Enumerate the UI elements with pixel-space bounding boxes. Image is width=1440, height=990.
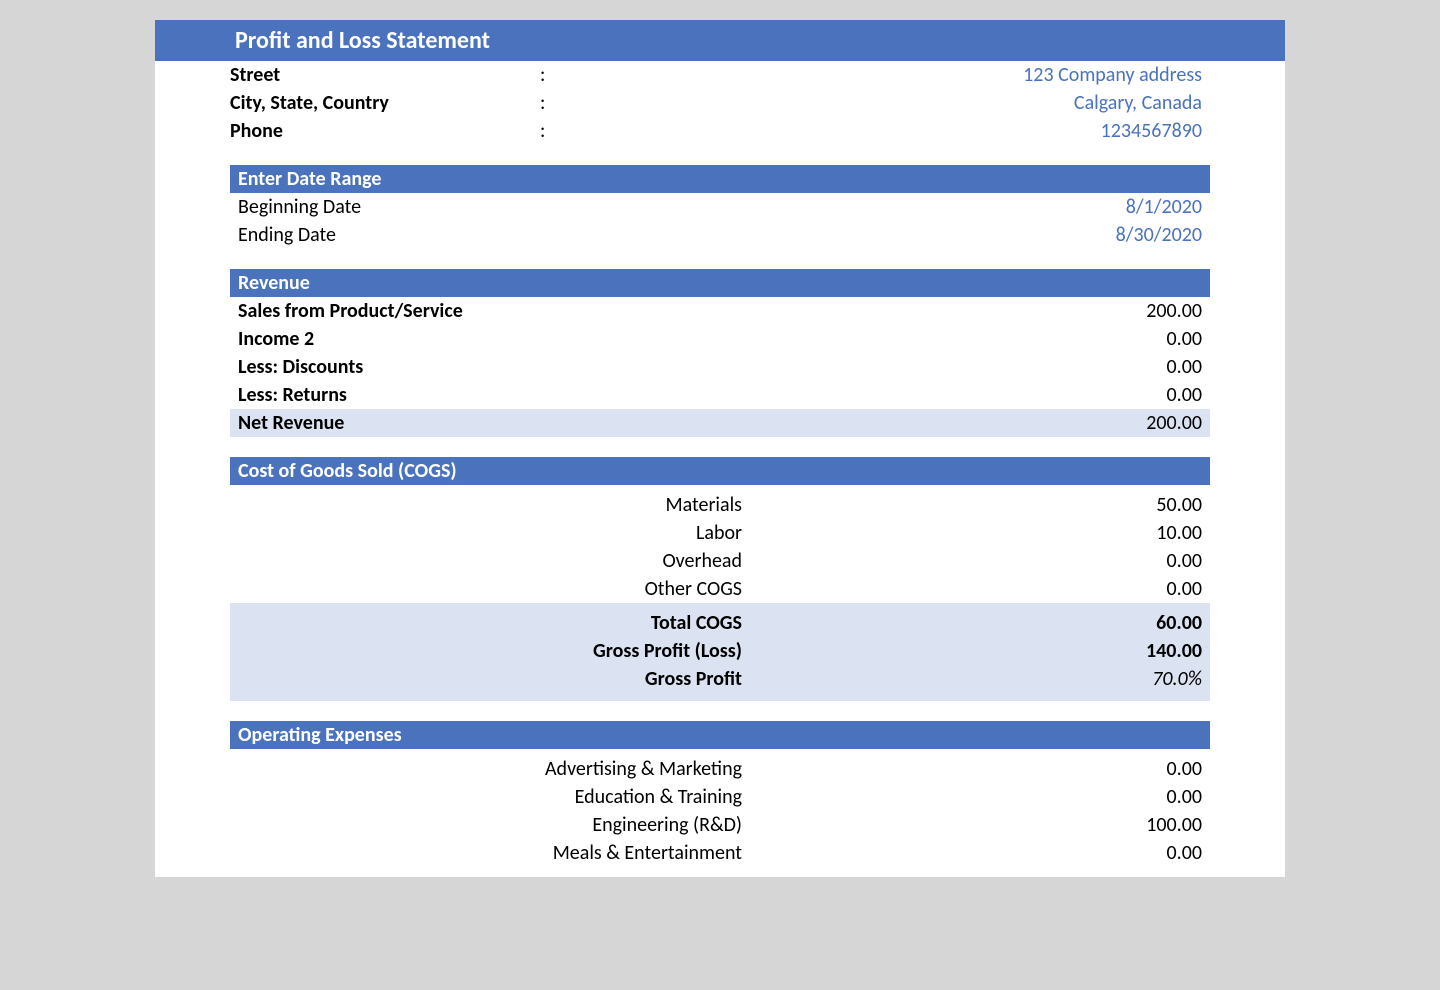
- cogs-row: Overhead 0.00: [230, 547, 1210, 575]
- company-info-block: Street : 123 Company address City, State…: [155, 61, 1285, 145]
- colon: :: [540, 91, 720, 115]
- cogs-row: Materials 50.00: [230, 491, 1210, 519]
- info-row-city: City, State, Country : Calgary, Canada: [230, 89, 1210, 117]
- revenue-row: Income 2 0.00: [230, 325, 1210, 353]
- section-header-revenue: Revenue: [230, 269, 1210, 297]
- revenue-row-value: 0.00: [1167, 383, 1202, 407]
- cogs-row-label: Other COGS: [238, 577, 742, 601]
- total-cogs-value: 60.00: [742, 611, 1202, 635]
- cogs-row: Other COGS 0.00: [230, 575, 1210, 603]
- ending-date-value: 8/30/2020: [1116, 223, 1202, 247]
- net-revenue-row: Net Revenue 200.00: [230, 409, 1210, 437]
- gross-profit-label: Gross Profit: [645, 667, 742, 691]
- line-ending-date: Ending Date 8/30/2020: [230, 221, 1210, 249]
- cogs-row-label: Materials: [238, 493, 742, 517]
- section-header-cogs: Cost of Goods Sold (COGS): [230, 457, 1210, 485]
- revenue-row: Less: Returns 0.00: [230, 381, 1210, 409]
- cogs-row-value: 0.00: [742, 549, 1202, 573]
- total-cogs-label: Total COGS: [651, 611, 742, 635]
- cogs-row-value: 0.00: [742, 577, 1202, 601]
- opex-row-label: Meals & Entertainment: [238, 841, 742, 865]
- cogs-row-value: 10.00: [742, 521, 1202, 545]
- phone-label: Phone: [230, 119, 540, 143]
- opex-row-value: 0.00: [742, 841, 1202, 865]
- revenue-row: Sales from Product/Service 200.00: [230, 297, 1210, 325]
- gross-profit-loss-row: Gross Profit (Loss) 140.00: [238, 637, 1202, 665]
- gross-profit-loss-value: 140.00: [742, 639, 1202, 663]
- cogs-row-label: Labor: [238, 521, 742, 545]
- cogs-block: Materials 50.00 Labor 10.00 Overhead 0.0…: [155, 485, 1285, 603]
- section-header-opex: Operating Expenses: [230, 721, 1210, 749]
- opex-row: Meals & Entertainment 0.00: [230, 839, 1210, 867]
- revenue-row: Less: Discounts 0.00: [230, 353, 1210, 381]
- opex-block: Advertising & Marketing 0.00 Education &…: [155, 749, 1285, 867]
- cogs-row: Labor 10.00: [230, 519, 1210, 547]
- total-cogs-row: Total COGS 60.00: [238, 609, 1202, 637]
- date-range-block: Beginning Date 8/1/2020 Ending Date 8/30…: [155, 193, 1285, 249]
- cogs-row-value: 50.00: [742, 493, 1202, 517]
- opex-row-label: Education & Training: [238, 785, 742, 809]
- net-revenue-label: Net Revenue: [238, 411, 344, 435]
- opex-row-value: 0.00: [742, 785, 1202, 809]
- info-row-street: Street : 123 Company address: [230, 61, 1210, 89]
- line-beginning-date: Beginning Date 8/1/2020: [230, 193, 1210, 221]
- opex-row-label: Engineering (R&D): [238, 813, 742, 837]
- colon: :: [540, 119, 720, 143]
- revenue-row-value: 0.00: [1167, 327, 1202, 351]
- opex-row: Advertising & Marketing 0.00: [230, 755, 1210, 783]
- street-label: Street: [230, 63, 540, 87]
- colon: :: [540, 63, 720, 87]
- city-label: City, State, Country: [230, 91, 540, 115]
- ending-date-label: Ending Date: [238, 223, 336, 247]
- net-revenue-value: 200.00: [1146, 411, 1202, 435]
- cogs-row-label: Overhead: [238, 549, 742, 573]
- revenue-block: Sales from Product/Service 200.00 Income…: [155, 297, 1285, 409]
- revenue-row-label: Less: Discounts: [238, 355, 363, 379]
- beginning-date-label: Beginning Date: [238, 195, 361, 219]
- opex-row-label: Advertising & Marketing: [238, 757, 742, 781]
- document-title: Profit and Loss Statement: [155, 20, 1285, 61]
- revenue-row-label: Income 2: [238, 327, 314, 351]
- city-value: Calgary, Canada: [720, 91, 1210, 115]
- revenue-row-label: Sales from Product/Service: [238, 299, 463, 323]
- gross-profit-loss-label: Gross Profit (Loss): [593, 639, 742, 663]
- revenue-row-value: 200.00: [1146, 299, 1202, 323]
- gross-profit-row: Gross Profit 70.0%: [238, 665, 1202, 693]
- cogs-summary-block: Total COGS 60.00 Gross Profit (Loss) 140…: [230, 603, 1210, 701]
- document-page: Profit and Loss Statement Street : 123 C…: [155, 20, 1285, 877]
- beginning-date-value: 8/1/2020: [1126, 195, 1202, 219]
- revenue-row-label: Less: Returns: [238, 383, 347, 407]
- opex-row: Engineering (R&D) 100.00: [230, 811, 1210, 839]
- opex-row-value: 0.00: [742, 757, 1202, 781]
- section-header-date-range: Enter Date Range: [230, 165, 1210, 193]
- opex-row: Education & Training 0.00: [230, 783, 1210, 811]
- gross-profit-value: 70.0%: [742, 667, 1202, 691]
- info-row-phone: Phone : 1234567890: [230, 117, 1210, 145]
- street-value: 123 Company address: [720, 63, 1210, 87]
- opex-row-value: 100.00: [742, 813, 1202, 837]
- phone-value: 1234567890: [720, 119, 1210, 143]
- revenue-row-value: 0.00: [1167, 355, 1202, 379]
